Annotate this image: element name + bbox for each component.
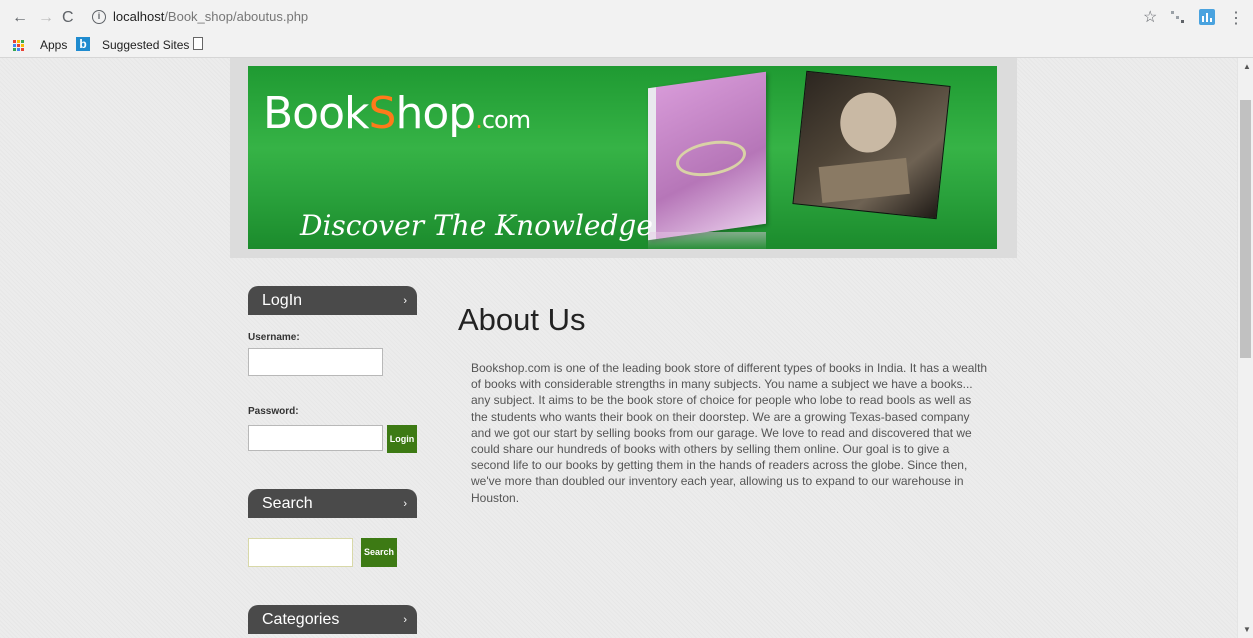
login-title: LogIn — [262, 292, 303, 309]
url-path: /Book_shop/aboutus.php — [164, 9, 309, 24]
logo-com: com — [481, 106, 531, 134]
extension-icon[interactable] — [1171, 11, 1185, 23]
page-scrollbar[interactable]: ▲ ▼ — [1237, 58, 1253, 638]
username-label: Username: — [248, 332, 300, 343]
login-button[interactable]: Login — [387, 425, 417, 453]
reload-icon[interactable]: C — [62, 9, 74, 27]
categories-widget-header: Categories › — [248, 605, 417, 634]
logo-dot: . — [475, 106, 483, 134]
info-icon[interactable]: i — [92, 10, 106, 24]
page-title: About Us — [458, 302, 586, 337]
banner-tagline: Discover The Knowledge — [300, 209, 653, 242]
categories-title: Categories — [262, 611, 340, 628]
browser-menu-icon[interactable]: ⋮ — [1228, 8, 1244, 28]
scroll-up-arrow-icon[interactable]: ▲ — [1243, 62, 1251, 71]
password-input[interactable] — [248, 425, 383, 451]
back-icon[interactable]: ← — [12, 9, 28, 27]
about-paragraph: Bookshop.com is one of the leading book … — [471, 361, 988, 505]
apps-grid-icon[interactable] — [13, 40, 24, 51]
search-button[interactable]: Search — [361, 538, 397, 567]
browser-toolbar: ← → C i localhost/Book_shop/aboutus.php … — [0, 0, 1253, 35]
url-host: localhost — [113, 9, 165, 24]
search-input[interactable] — [248, 538, 353, 567]
site-logo[interactable]: BookShop.com — [263, 88, 531, 139]
bookmark-star-icon[interactable]: ☆ — [1143, 7, 1157, 27]
password-label: Password: — [248, 406, 299, 417]
book-reflection — [648, 232, 766, 249]
search-title: Search — [262, 495, 313, 512]
login-widget-header: LogIn › — [248, 286, 417, 315]
address-bar[interactable]: localhost/Book_shop/aboutus.php — [113, 9, 308, 24]
username-input[interactable] — [248, 348, 383, 376]
chevron-right-icon: › — [403, 498, 407, 510]
reading-baby-photo — [792, 70, 951, 220]
forward-icon[interactable]: → — [38, 9, 54, 27]
scroll-down-arrow-icon[interactable]: ▼ — [1243, 625, 1251, 634]
site-banner: BookShop.com Discover The Knowledge — [248, 66, 997, 249]
page-bookmark-icon[interactable] — [193, 37, 203, 50]
logo-s: S — [368, 88, 397, 139]
analytics-extension-icon[interactable] — [1199, 9, 1215, 25]
bing-icon: b — [76, 37, 90, 51]
scroll-thumb[interactable] — [1240, 100, 1251, 358]
book-cover-image — [648, 71, 766, 241]
bookmark-apps[interactable]: Apps — [40, 38, 67, 52]
search-widget-header: Search › — [248, 489, 417, 518]
logo-book: Book — [263, 88, 370, 139]
chevron-right-icon: › — [403, 295, 407, 307]
logo-hop: hop — [395, 88, 476, 139]
browser-chrome: ← → C i localhost/Book_shop/aboutus.php … — [0, 0, 1253, 58]
bookmark-suggested-sites[interactable]: Suggested Sites — [102, 38, 189, 52]
chevron-right-icon: › — [403, 614, 407, 626]
page-viewport: BookShop.com Discover The Knowledge LogI… — [0, 58, 1237, 638]
